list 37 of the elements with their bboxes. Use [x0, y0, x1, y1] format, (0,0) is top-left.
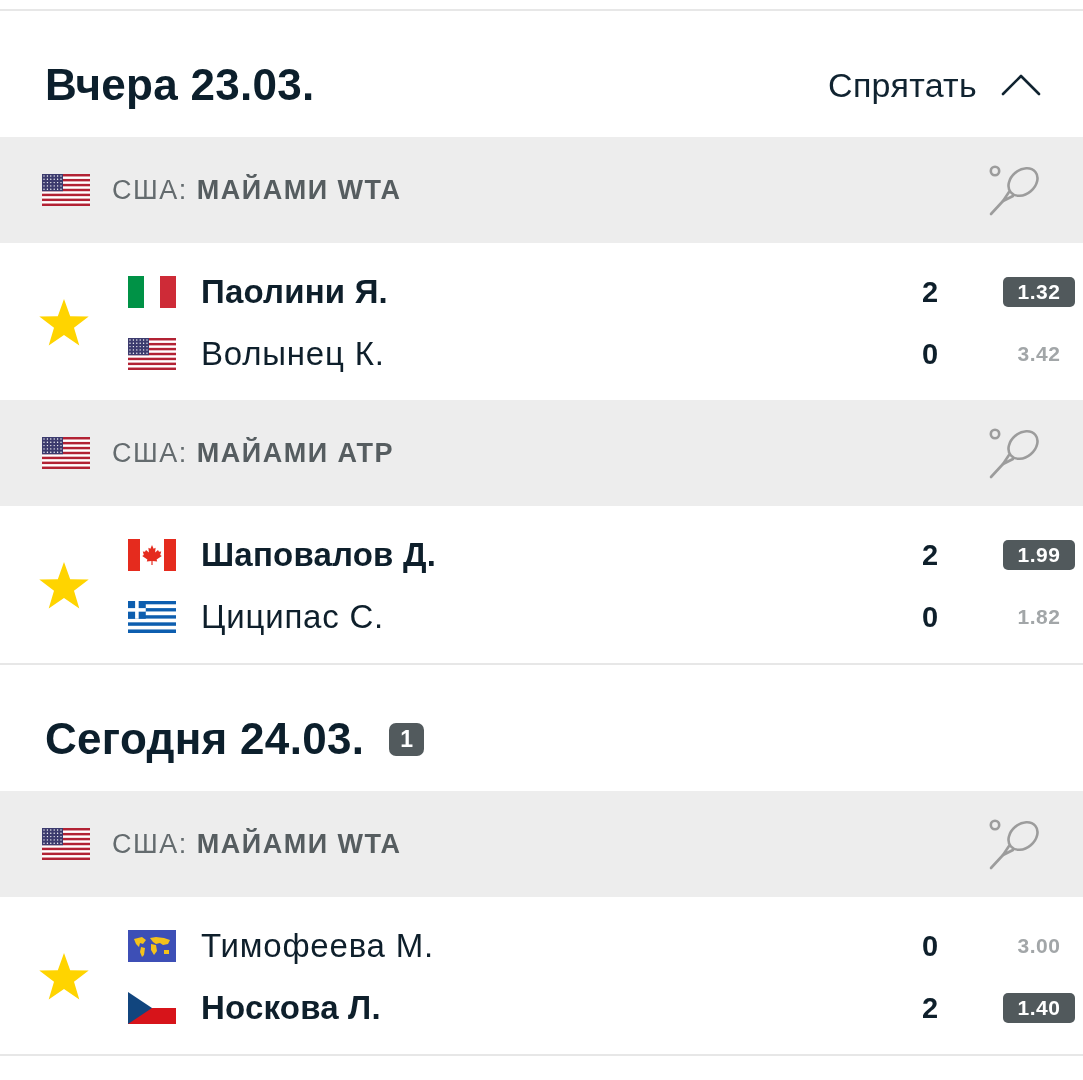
flag-icon	[42, 437, 90, 469]
flag-icon	[42, 828, 90, 860]
flag-icon	[128, 338, 176, 370]
score: 0	[920, 600, 940, 634]
flag-icon	[128, 601, 176, 633]
odds-button[interactable]: 1.40	[1003, 993, 1075, 1023]
player-name: Волынец К.	[201, 335, 386, 373]
favorite-star-icon[interactable]	[38, 561, 90, 611]
league-title[interactable]: США: МАЙАМИ WTA	[112, 174, 402, 206]
flag-icon	[128, 539, 176, 571]
day-title: Сегодня 24.03.	[45, 714, 365, 764]
flag-icon	[128, 276, 176, 308]
day-title: Вчера 23.03.	[45, 60, 315, 110]
tennis-racket-icon	[988, 817, 1042, 871]
flag-icon	[128, 992, 176, 1024]
league-title[interactable]: США: МАЙАМИ ATP	[112, 437, 395, 469]
tennis-racket-icon	[988, 163, 1042, 217]
flag-icon	[128, 930, 176, 962]
odds-button[interactable]: 1.99	[1003, 540, 1075, 570]
odds-button[interactable]: 1.32	[1003, 277, 1075, 307]
league-title[interactable]: США: МАЙАМИ WTA	[112, 828, 402, 860]
count-badge: 1	[389, 722, 425, 756]
player-name: Циципас С.	[201, 598, 386, 636]
score: 2	[920, 275, 940, 309]
score: 0	[920, 337, 940, 371]
tennis-racket-icon	[988, 426, 1042, 480]
player-name: Тимофеева М.	[201, 927, 435, 965]
favorite-star-icon[interactable]	[38, 952, 90, 1002]
flag-icon	[42, 174, 90, 206]
player-name: Шаповалов Д.	[201, 536, 438, 574]
player-name: Паолини Я.	[201, 273, 389, 311]
player-name: Носкова Л.	[201, 989, 382, 1027]
score: 2	[920, 538, 940, 572]
favorite-star-icon[interactable]	[38, 298, 90, 348]
score: 2	[920, 991, 940, 1025]
score: 0	[920, 929, 940, 963]
hide-toggle-button[interactable]: Спрятать	[828, 65, 1041, 105]
